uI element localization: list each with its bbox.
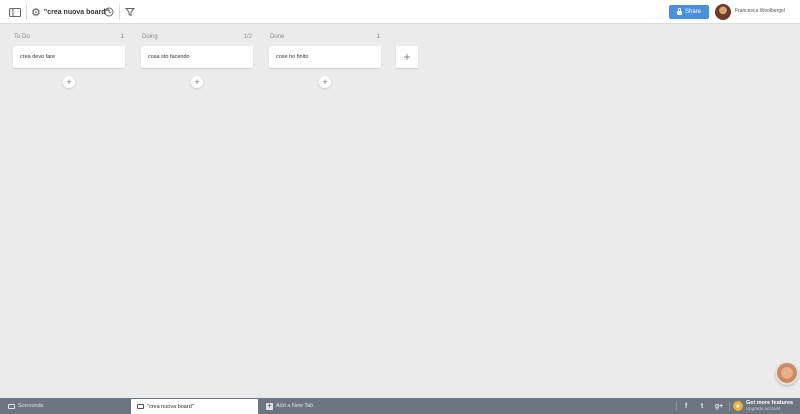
- list-count: 1: [376, 34, 380, 40]
- share-button[interactable]: Share: [669, 5, 709, 19]
- list-done: Done 1 cose ho finito +: [269, 32, 381, 88]
- tab-active-board[interactable]: "crea nuova board": [131, 399, 258, 414]
- user-name[interactable]: Francesca Woolbergel: [735, 8, 785, 14]
- plus-icon: +: [266, 402, 273, 410]
- card[interactable]: cose ho finito: [269, 46, 381, 68]
- twitter-icon[interactable]: t: [695, 398, 709, 414]
- list-doing: Doing 1/2 cosa sto facendo +: [141, 32, 253, 88]
- list-header[interactable]: Doing 1/2: [141, 32, 253, 42]
- card[interactable]: crea devo fare: [13, 46, 125, 68]
- add-list-button[interactable]: +: [396, 46, 418, 68]
- add-tab-button[interactable]: + Add a New Tab: [266, 398, 313, 414]
- get-more-features-button[interactable]: ★ Get more features Upgrade account: [733, 399, 793, 413]
- boards-label: Sorrounds: [18, 403, 44, 409]
- card-title: cose ho finito: [276, 54, 309, 60]
- gear-icon: ⚙: [31, 6, 41, 19]
- board-title: "crea nuova board": [43, 8, 109, 16]
- bottom-bar: Sorrounds "crea nuova board" + Add a New…: [0, 398, 800, 414]
- add-card-button[interactable]: +: [191, 76, 203, 88]
- list-count: 1: [120, 34, 124, 40]
- facebook-icon[interactable]: f: [679, 398, 693, 414]
- add-card-button[interactable]: +: [319, 76, 331, 88]
- boards-link[interactable]: Sorrounds: [8, 398, 43, 414]
- share-label: Share: [684, 9, 701, 15]
- card-title: crea devo fare: [20, 54, 56, 60]
- list-to-do: To Do 1 crea devo fare +: [13, 32, 125, 88]
- add-tab-label: Add a New Tab: [276, 403, 314, 409]
- top-bar: ⚙ "crea nuova board" Share Francesca Woo…: [0, 0, 800, 24]
- list-title: Done: [270, 34, 285, 40]
- sidebar-toggle-icon[interactable]: [7, 4, 23, 20]
- tab-label: "crea nuova board": [147, 403, 194, 410]
- avatar[interactable]: [715, 4, 731, 20]
- grid-icon: [8, 403, 15, 409]
- google-plus-icon[interactable]: g+: [712, 398, 726, 414]
- lock-icon: [676, 8, 682, 15]
- board-title-button[interactable]: ⚙ "crea nuova board": [31, 4, 109, 20]
- list-header[interactable]: To Do 1: [13, 32, 125, 42]
- list-count: 1/2: [243, 34, 252, 40]
- divider: [676, 401, 677, 411]
- chat-avatar[interactable]: [776, 363, 798, 385]
- add-card-button[interactable]: +: [63, 76, 75, 88]
- board-icon: [137, 404, 144, 409]
- clock-icon[interactable]: [101, 4, 117, 20]
- shield-icon: ★: [733, 401, 743, 411]
- features-subtitle: Upgrade account: [746, 406, 781, 411]
- divider: [729, 401, 730, 411]
- filter-icon[interactable]: [122, 4, 138, 20]
- list-title: Doing: [142, 34, 158, 40]
- divider: [119, 4, 120, 20]
- list-title: To Do: [14, 34, 30, 40]
- card[interactable]: cosa sto facendo: [141, 46, 253, 68]
- divider: [26, 4, 27, 20]
- features-text: Get more features Upgrade account: [746, 400, 793, 412]
- list-header[interactable]: Done 1: [269, 32, 381, 42]
- card-title: cosa sto facendo: [148, 54, 190, 60]
